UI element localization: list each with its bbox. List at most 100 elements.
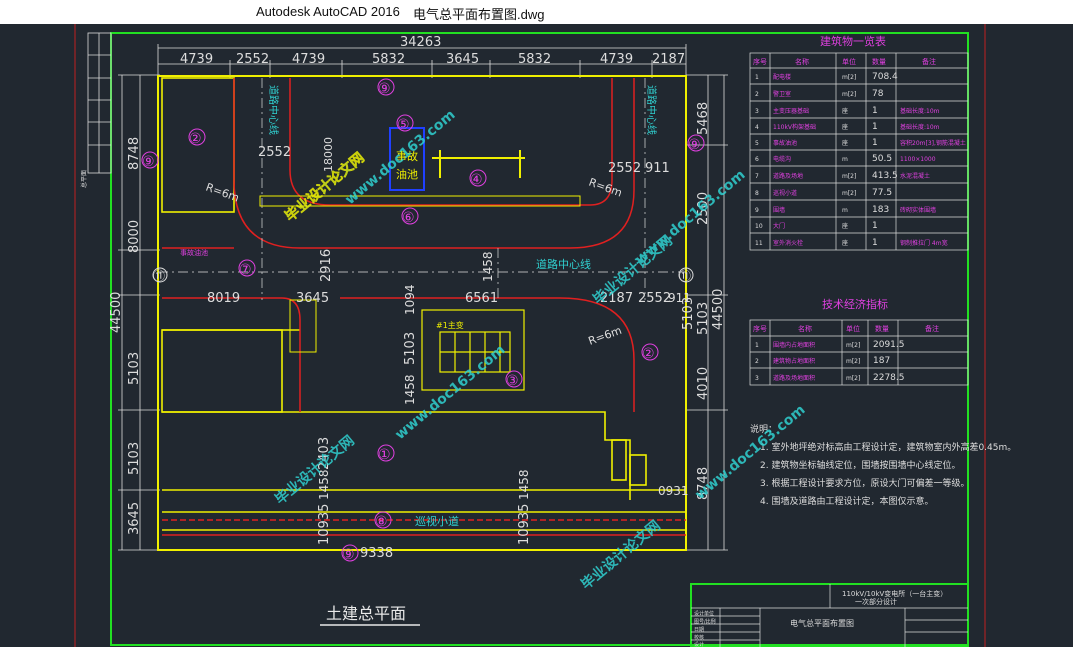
bt-cell: 1100×1000 xyxy=(900,156,936,163)
dim-right-4: 5103 xyxy=(696,302,711,335)
tt-cell: 2 xyxy=(755,358,759,365)
dim-left-1: 8748 xyxy=(127,137,142,170)
tech-table-title: 技术经济指标 xyxy=(822,297,888,311)
tt-cell: 3 xyxy=(755,375,759,382)
tt-header-2: 单位 xyxy=(846,324,860,333)
building-table: 建筑物一览表 序号 名称 单位 数量 备注 1 配电楼 m[2] 708.4 2 警卫室 m… xyxy=(749,34,969,251)
building-table-title: 建筑物一览表 xyxy=(820,34,886,48)
bt-cell: 6 xyxy=(755,156,759,163)
app-title: Autodesk AutoCAD 2016 xyxy=(256,4,400,19)
dim-inner-9: 1094 xyxy=(403,284,417,315)
bt-cell: 座 xyxy=(842,107,848,115)
bt-cell: m[2] xyxy=(842,190,856,197)
label-road-centerline-right: 道路中心线 xyxy=(645,85,658,135)
dim-inner-1: 2552 xyxy=(258,145,291,160)
tb-cell-1: 图号/比例 xyxy=(694,618,716,625)
dim-left-6: 3645 xyxy=(127,502,142,535)
dim-top-8: 2187 xyxy=(652,52,685,67)
dim-inner-10: 6561 xyxy=(465,291,498,306)
dim-inner-23: 0931 xyxy=(658,484,689,498)
tt-cell: m[2] xyxy=(846,358,860,365)
tb-cell-0: 设计单位 xyxy=(694,610,714,617)
bt-cell: 室外消火栓 xyxy=(773,239,803,247)
bt-cell: 事故油池 xyxy=(773,139,797,147)
side-label: 总平面 xyxy=(80,170,88,188)
bt-header-3: 数量 xyxy=(872,57,886,66)
zone-9b: ⑨ xyxy=(142,154,155,170)
dim-left-5: 5103 xyxy=(127,442,142,475)
bt-cell: 1 xyxy=(872,138,878,148)
zone-4: ④ xyxy=(470,172,483,188)
binding-strip xyxy=(87,32,112,174)
notes: 说明： 1. 室外地坪绝对标高由工程设计定，建筑物室内外高差0.45m。 2. … xyxy=(750,423,1016,507)
bt-cell: 2 xyxy=(755,91,759,98)
tt-header-4: 备注 xyxy=(925,324,939,333)
label-road-centerline: 道路中心线 xyxy=(536,257,591,271)
dim-inner-11: 1458 xyxy=(481,251,495,282)
bt-header-4: 备注 xyxy=(922,57,936,66)
tt-header-1: 名称 xyxy=(798,324,812,333)
bt-cell: 1 xyxy=(872,238,878,248)
dim-inner-2: 18000 xyxy=(322,137,335,172)
bt-cell: 座 xyxy=(842,139,848,147)
tb-subtitle: 一次部分设计 xyxy=(855,597,897,606)
tt-header-0: 序号 xyxy=(753,324,767,333)
tech-table: 技术经济指标 序号 名称 单位 数量 备注 1 围墙内占地面积 m[2] 2091.5… xyxy=(749,297,969,386)
watermark-5: 毕业设计论文网 xyxy=(272,432,358,508)
drawing-canvas[interactable]: 总平面 34263 4739 2552 4739 5832 3645 5832 … xyxy=(0,24,1073,648)
dim-top-5: 3645 xyxy=(446,52,479,67)
bt-cell: 1 xyxy=(872,122,878,132)
tt-cell: m[2] xyxy=(846,342,860,349)
dim-top-2: 2552 xyxy=(236,52,269,67)
label-radius-2: R=6m xyxy=(587,176,624,200)
zone-2: ② xyxy=(189,131,202,147)
transformer-label: #1主变 xyxy=(436,320,464,330)
bt-cell: m[2] xyxy=(842,74,856,81)
zone-1: ① xyxy=(378,447,391,463)
dim-inner-21: 10935 xyxy=(517,504,532,545)
dim-inner-5: 2916 xyxy=(319,249,334,282)
dim-inner-6: 3645 xyxy=(296,291,329,306)
bt-header-0: 序号 xyxy=(753,57,767,66)
bt-cell: 1 xyxy=(755,74,759,81)
bt-cell: 巡视小道 xyxy=(773,189,797,197)
dim-top-6: 5832 xyxy=(518,52,551,67)
dim-left-2: 8000 xyxy=(127,220,142,253)
tb-cell-2: 日期 xyxy=(694,627,704,633)
dim-inner-7: 8019 xyxy=(207,291,240,306)
bt-cell: 183 xyxy=(872,205,889,215)
tt-header-3: 数量 xyxy=(875,324,889,333)
bt-cell: 水泥混凝土 xyxy=(900,172,930,180)
zone-7: ⑦ xyxy=(239,262,252,278)
bt-cell: 座 xyxy=(842,222,848,230)
bt-cell: 1 xyxy=(872,106,878,116)
watermark-7: 毕业设计论文网 xyxy=(578,517,664,593)
tt-cell: 建筑物占地面积 xyxy=(773,357,815,365)
oil-pool-label-2: 油池 xyxy=(396,167,418,181)
bt-cell: 座 xyxy=(842,239,848,247)
bt-cell: 413.5 xyxy=(872,171,898,181)
bt-cell: 基础长度:10m xyxy=(900,123,940,131)
bt-cell: 7 xyxy=(755,173,759,180)
zone-6: ⑥ xyxy=(402,210,415,226)
dim-inner-16: 5103 xyxy=(681,297,696,330)
bt-cell: 110kV构架基础 xyxy=(773,123,816,131)
bt-cell: 座 xyxy=(842,123,848,131)
dim-inner-14: 5103 xyxy=(403,332,418,365)
bt-cell: 9 xyxy=(755,207,759,214)
bt-cell: 容积20m[3],钢筋混凝土 xyxy=(900,139,966,147)
dim-top-total: 34263 xyxy=(400,35,441,50)
tb-drawing-name: 电气总平面布置图 xyxy=(790,618,854,628)
label-patrol-road: 巡视小道 xyxy=(415,514,459,528)
zone-3: ③ xyxy=(506,373,519,389)
bt-cell: m xyxy=(842,156,848,163)
note-3: 3. 根据工程设计要求方位，原设大门可偏差一等级。 xyxy=(760,477,969,489)
watermark-4: www.doc163.com xyxy=(632,167,748,268)
tb-project: 110kV/10kV变电所（一台主变） xyxy=(842,589,947,598)
dim-inner-19: 10935 xyxy=(317,504,332,545)
dim-top-3: 4739 xyxy=(292,52,325,67)
bt-cell: 配电楼 xyxy=(773,73,791,81)
hydrant-right: ⑪ xyxy=(679,269,691,283)
cable-trench xyxy=(259,195,581,353)
bt-cell: 3 xyxy=(755,108,759,115)
